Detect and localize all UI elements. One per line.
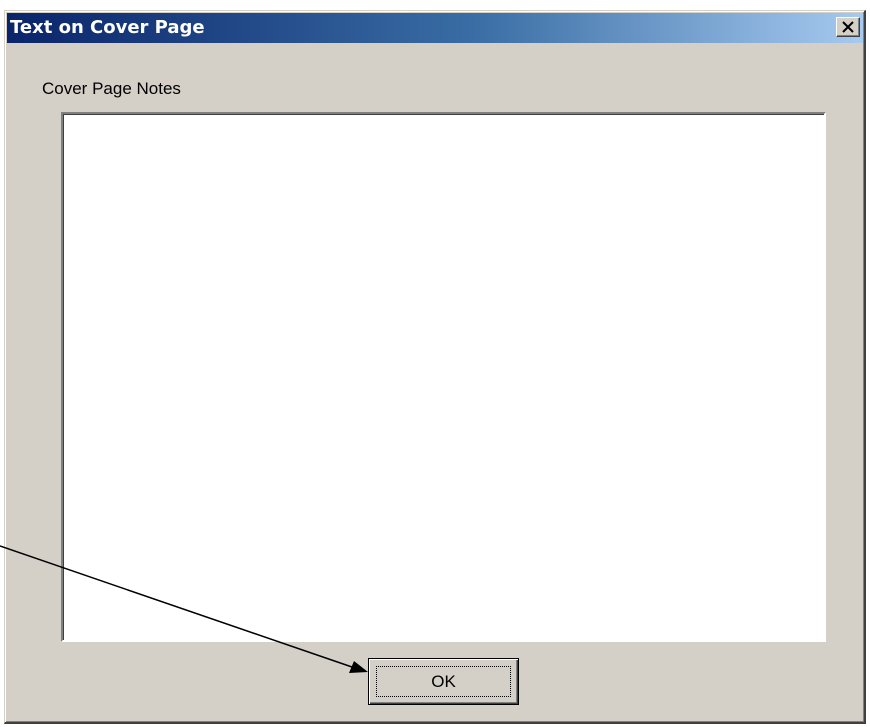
ok-button[interactable]: OK — [368, 658, 519, 705]
dialog-title: Text on Cover Page — [10, 17, 205, 38]
cover-page-notes-label: Cover Page Notes — [42, 79, 181, 98]
ok-button-label: OK — [431, 672, 456, 691]
close-button[interactable] — [836, 17, 860, 37]
cover-page-notes-textarea[interactable] — [61, 112, 826, 642]
close-icon — [842, 21, 854, 33]
title-bar[interactable]: Text on Cover Page — [7, 13, 863, 43]
cover-page-dialog: Text on Cover Page Cover Page Notes OK — [4, 10, 866, 724]
